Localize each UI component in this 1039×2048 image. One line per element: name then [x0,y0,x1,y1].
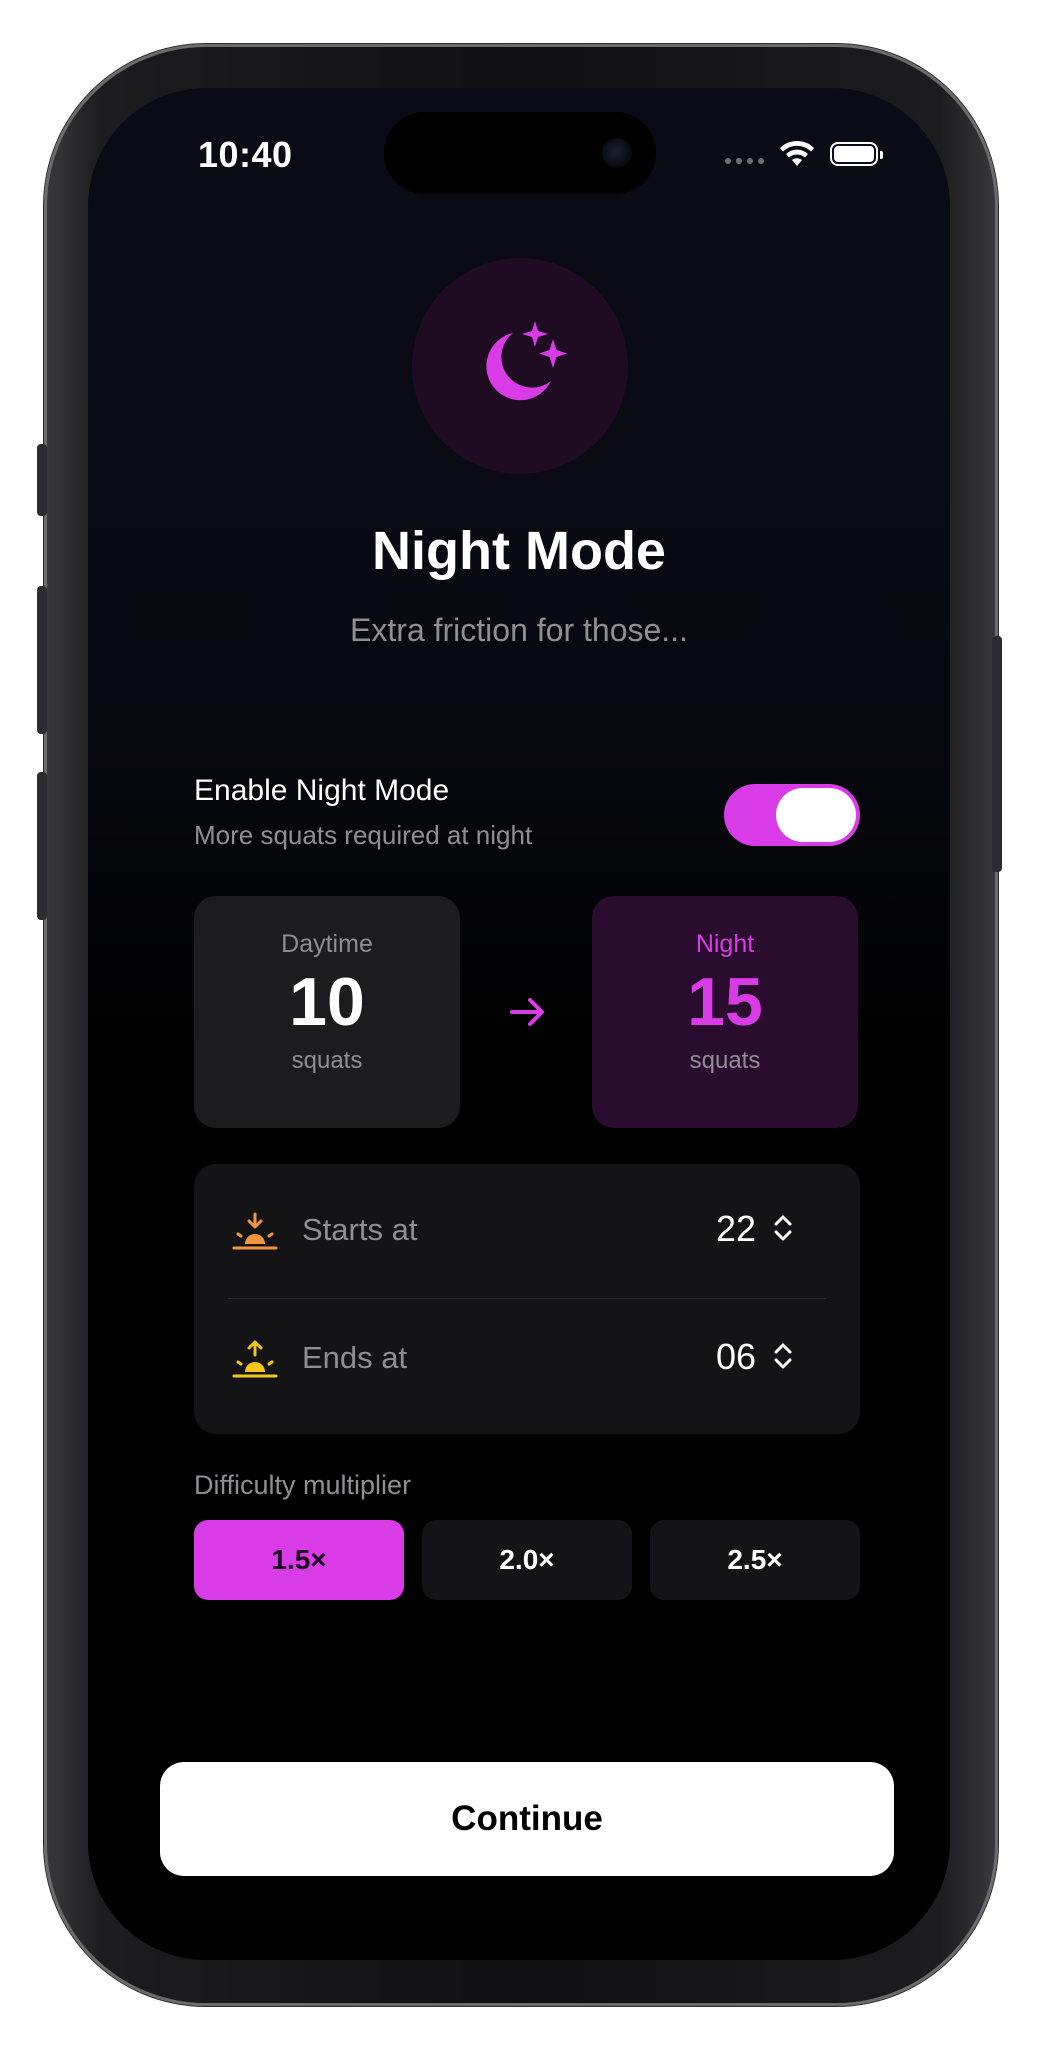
night-mode-toggle-label: Enable Night Mode [194,774,450,807]
sunset-icon [232,1212,278,1250]
arrow-right-icon [510,998,544,1026]
night-label: Night [695,930,755,958]
wifi-icon [780,140,814,166]
night-mode-toggle-description: More squats required at night [194,820,533,850]
chevron-up-down-icon [774,1343,792,1369]
night-unit: squats [689,1047,761,1074]
volume-down-button [37,772,47,920]
power-button [992,636,1002,872]
page-title: Night Mode [372,521,666,581]
status-icons [725,140,883,168]
night-value: 15 [687,964,763,1040]
sunrise-icon [232,1340,278,1378]
end-time-label: Ends at [302,1340,408,1375]
start-time-value[interactable]: 22 [716,1208,794,1250]
multiplier-label: Difficulty multiplier [194,1470,412,1500]
page-subtitle: Extra friction for those... [350,612,688,648]
start-time-text: 22 [715,1208,756,1249]
status-time: 10:40 [198,134,293,175]
daytime-unit: squats [291,1047,363,1074]
end-time-text: 06 [715,1336,756,1377]
multiplier-option-1-5[interactable]: 1.5× [194,1520,404,1600]
multiplier-selector: 1.5× 2.0× 2.5× [194,1520,860,1600]
action-button [37,444,47,516]
daytime-value: 10 [289,964,365,1040]
daytime-label: Daytime [281,930,373,958]
dynamic-island [384,112,656,194]
moon-stars-icon [412,258,628,474]
toggle-knob [776,788,856,842]
start-time-row[interactable]: Starts at 22 [194,1168,860,1294]
chevron-up-down-icon [774,1215,792,1241]
battery-icon [830,142,883,166]
night-card: Night 15 squats [592,896,858,1128]
end-time-row[interactable]: Ends at 06 [194,1296,860,1422]
end-time-value[interactable]: 06 [716,1336,794,1378]
cellular-signal-icon [725,158,764,164]
night-mode-toggle[interactable] [724,784,860,846]
volume-up-button [37,586,47,734]
continue-button[interactable]: Continue [160,1762,894,1876]
multiplier-option-2-0[interactable]: 2.0× [422,1520,632,1600]
camera-lens [602,138,632,168]
screen: 10:40 Night Mode Extra friction for thos… [88,88,950,1960]
multiplier-option-2-5[interactable]: 2.5× [650,1520,860,1600]
daytime-card: Daytime 10 squats [194,896,460,1128]
schedule-panel: Starts at 22 Ends at 06 [194,1164,860,1434]
start-time-label: Starts at [302,1212,418,1247]
